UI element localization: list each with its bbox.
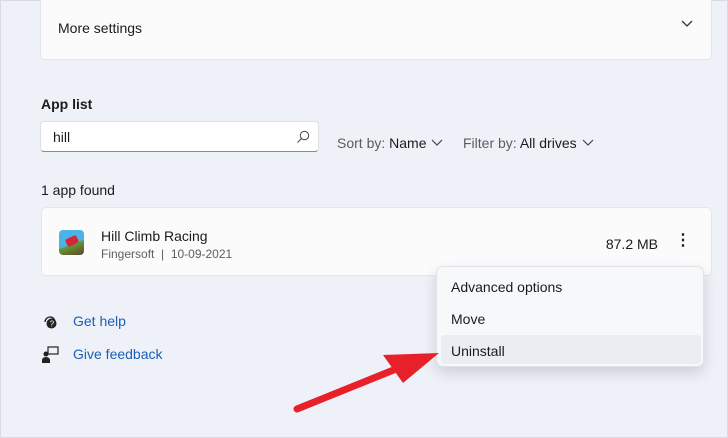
- annotation-arrow: [293, 353, 439, 413]
- give-feedback-label: Give feedback: [73, 346, 163, 362]
- sort-label: Sort by:: [337, 135, 386, 151]
- chevron-down-icon: [431, 139, 443, 146]
- menu-item-uninstall[interactable]: Uninstall: [441, 335, 701, 364]
- menu-item-move[interactable]: Move: [441, 303, 701, 332]
- sort-dropdown[interactable]: Sort by: Name: [337, 135, 444, 151]
- app-date: 10-09-2021: [170, 247, 233, 261]
- sort-value: Name: [389, 135, 427, 151]
- chevron-down-icon: [681, 16, 693, 32]
- chevron-down-icon: [582, 139, 593, 146]
- results-count: 1 app found: [41, 182, 115, 198]
- search-input[interactable]: [53, 129, 293, 145]
- get-help-link[interactable]: ? Get help: [41, 313, 126, 334]
- search-icon[interactable]: [296, 130, 310, 144]
- section-title: App list: [41, 96, 93, 112]
- feedback-icon: [42, 346, 59, 363]
- app-meta: Fingersoft | 10-09-2021: [101, 247, 233, 261]
- svg-text:?: ?: [50, 320, 55, 329]
- filter-dropdown[interactable]: Filter by: All drives: [463, 135, 595, 151]
- app-name: Hill Climb Racing: [101, 228, 208, 244]
- menu-item-advanced-options[interactable]: Advanced options: [441, 271, 701, 300]
- more-settings-label: More settings: [58, 20, 143, 36]
- filter-value: All drives: [519, 135, 577, 151]
- app-publisher: Fingersoft: [101, 247, 155, 261]
- more-settings-expander[interactable]: More settings: [40, 0, 712, 60]
- app-icon: [59, 230, 84, 255]
- get-help-label: Get help: [73, 313, 126, 329]
- help-icon: ?: [44, 316, 57, 329]
- give-feedback-link[interactable]: Give feedback: [41, 346, 163, 367]
- more-options-icon[interactable]: ⋮: [675, 233, 691, 249]
- app-size: 87.2 MB: [605, 236, 658, 252]
- context-menu: Advanced options Move Uninstall: [436, 266, 704, 367]
- search-box[interactable]: [40, 121, 319, 152]
- filter-label: Filter by:: [463, 135, 517, 151]
